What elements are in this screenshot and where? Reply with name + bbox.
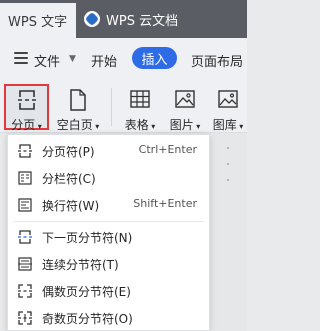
tab-insert-label: 插入 xyxy=(141,52,168,68)
picture-icon xyxy=(175,90,195,108)
page-break-icon xyxy=(18,144,32,158)
menu-item-next-page-section-break[interactable]: 下一页分节符(N) xyxy=(8,224,209,250)
blank-page-button[interactable]: 空白页 ▾ xyxy=(52,82,104,132)
column-break-icon xyxy=(18,171,32,185)
continuous-section-break-icon xyxy=(18,257,32,271)
page-break-button-label: 分页 ▾ xyxy=(11,118,42,132)
tab-page-layout[interactable]: 页面布局 xyxy=(191,51,243,70)
table-button-label: 表格 ▾ xyxy=(124,118,156,132)
table-icon xyxy=(130,90,150,108)
menu-item-page-break-shortcut: Ctrl+Enter xyxy=(138,143,197,156)
file-menu-button[interactable]: 文件 xyxy=(34,51,60,70)
gallery-button[interactable]: 图库 ▾ xyxy=(208,82,248,132)
gallery-icon xyxy=(218,90,238,108)
tab-wps-cloud-docs[interactable]: WPS 云文档 xyxy=(84,0,178,38)
cloud-docs-icon xyxy=(84,11,100,27)
table-button[interactable]: 表格 ▾ xyxy=(118,82,162,132)
menu-item-even-page-section-break-label: 偶数页分节符(E) xyxy=(42,285,131,299)
menu-icon[interactable] xyxy=(14,52,28,67)
even-page-section-break-icon xyxy=(18,284,32,298)
ribbon-header: 文件 ▼ 开始 插入 页面布局 xyxy=(0,38,247,82)
menu-item-odd-page-section-break[interactable]: 奇数页分节符(O) xyxy=(8,305,209,331)
tab-insert[interactable]: 插入 xyxy=(132,47,177,69)
insert-toolbar: 分页 ▾ 空白页 ▾ 表格 ▾ 图片 ▾ 图库 ▾ xyxy=(0,82,247,133)
menu-item-line-break-shortcut: Shift+Enter xyxy=(133,197,197,210)
blank-page-button-label: 空白页 ▾ xyxy=(56,118,100,132)
page-break-dropdown-menu: 分页符(P) Ctrl+Enter 分栏符(C) 换行符(W) Shift+En… xyxy=(7,134,210,331)
menu-item-continuous-section-break[interactable]: 连续分节符(T) xyxy=(8,251,209,277)
window-tab-bar: WPS 文字 WPS 云文档 xyxy=(0,0,247,38)
picture-button-label: 图片 ▾ xyxy=(169,118,201,132)
menu-item-line-break-label: 换行符(W) xyxy=(42,199,100,213)
menu-item-column-break[interactable]: 分栏符(C) xyxy=(8,165,209,191)
picture-button[interactable]: 图片 ▾ xyxy=(163,82,207,132)
menu-item-column-break-label: 分栏符(C) xyxy=(42,172,96,186)
next-page-section-break-icon xyxy=(18,230,32,244)
gallery-button-label: 图库 ▾ xyxy=(212,118,244,132)
line-break-icon xyxy=(18,198,32,212)
tab-wps-writer[interactable]: WPS 文字 xyxy=(0,3,76,38)
menu-item-even-page-section-break[interactable]: 偶数页分节符(E) xyxy=(8,278,209,304)
menu-item-page-break-label: 分页符(P) xyxy=(42,145,95,159)
menu-item-continuous-section-break-label: 连续分节符(T) xyxy=(42,258,119,272)
document-area xyxy=(213,133,247,331)
menu-item-page-break[interactable]: 分页符(P) Ctrl+Enter xyxy=(8,138,209,164)
menu-separator xyxy=(14,221,204,222)
tab-wps-cloud-docs-label: WPS 云文档 xyxy=(106,13,179,29)
blank-page-icon xyxy=(70,89,86,111)
chevron-down-icon[interactable]: ▼ xyxy=(69,54,76,64)
menu-item-next-page-section-break-label: 下一页分节符(N) xyxy=(42,231,133,245)
tab-home[interactable]: 开始 xyxy=(91,51,117,70)
tab-wps-writer-label: WPS 文字 xyxy=(8,15,68,30)
page-break-button[interactable]: 分页 ▾ xyxy=(4,82,49,132)
menu-item-line-break[interactable]: 换行符(W) Shift+Enter xyxy=(8,192,209,218)
page-break-icon xyxy=(17,90,36,110)
toolbar-divider xyxy=(111,88,112,126)
menu-item-odd-page-section-break-label: 奇数页分节符(O) xyxy=(42,312,133,326)
odd-page-section-break-icon xyxy=(18,311,32,325)
